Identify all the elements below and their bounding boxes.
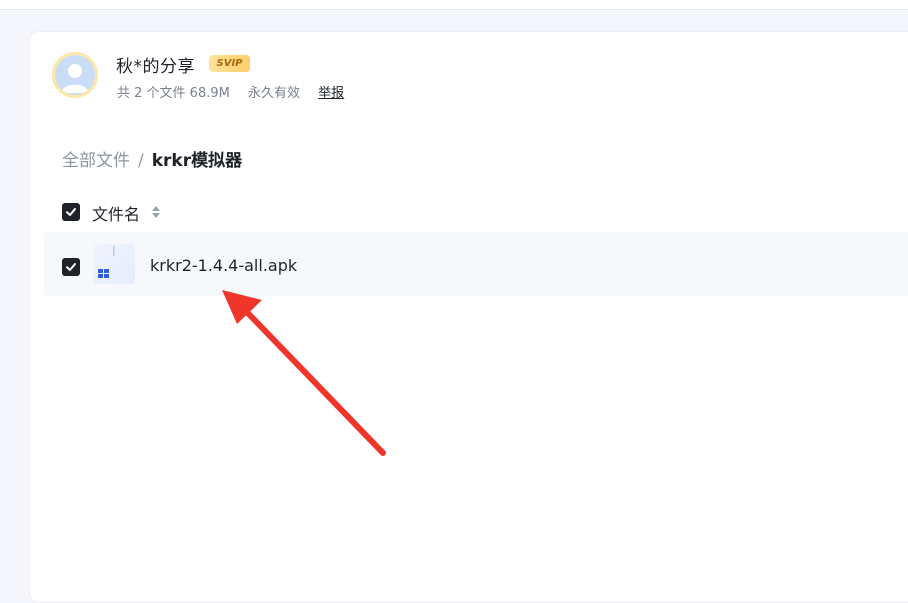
sharer-avatar (52, 52, 98, 98)
file-name[interactable]: krkr2-1.4.4-all.apk (150, 256, 297, 275)
report-link[interactable]: 举报 (318, 86, 344, 101)
select-all-checkbox[interactable] (62, 203, 80, 221)
top-bar (0, 0, 908, 10)
breadcrumb-separator: / (138, 151, 144, 171)
sharer-name: 秋*的分享 (116, 57, 195, 77)
validity-text: 永久有效 (247, 86, 300, 101)
share-meta: 共 2 个文件 68.9M 永久有效 举报 (117, 82, 358, 101)
breadcrumb: 全部文件 / krkr模拟器 (62, 146, 242, 171)
checkmark-icon (66, 263, 76, 271)
file-row-checkbox[interactable] (62, 258, 80, 276)
svip-badge: SVIP (209, 55, 250, 72)
share-panel (29, 31, 908, 603)
file-count-size: 共 2 个文件 68.9M (117, 86, 230, 101)
sort-icon[interactable] (151, 204, 161, 218)
breadcrumb-current: krkr模拟器 (151, 151, 243, 171)
user-icon (61, 64, 89, 93)
checkmark-icon (66, 208, 76, 216)
apk-file-icon (93, 244, 135, 284)
breadcrumb-root[interactable]: 全部文件 (62, 151, 130, 171)
filename-column-header[interactable]: 文件名 (92, 201, 140, 225)
